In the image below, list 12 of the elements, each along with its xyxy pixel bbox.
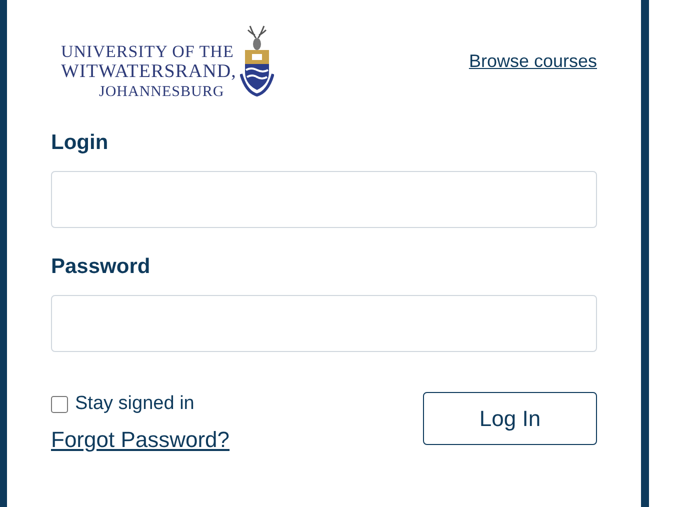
checkbox-label: Stay signed in <box>75 392 194 416</box>
field-label: Password <box>51 254 152 280</box>
log-in-button[interactable]: Log In <box>423 392 597 445</box>
stay-signed-in-checkbox[interactable] <box>51 396 68 413</box>
logo-text: WITWATERSRAND, <box>61 62 236 82</box>
browse-courses-link[interactable]: Browse courses <box>468 48 597 75</box>
input-field[interactable] <box>51 295 597 352</box>
logo-text: UNIVERSITY OF THE <box>61 42 235 62</box>
forgot-password-link[interactable]: Forgot Password? <box>51 422 230 456</box>
field-label: Login <box>51 130 110 156</box>
input-field[interactable] <box>51 171 597 228</box>
logo-text: JOHANNESBURG <box>98 83 226 102</box>
